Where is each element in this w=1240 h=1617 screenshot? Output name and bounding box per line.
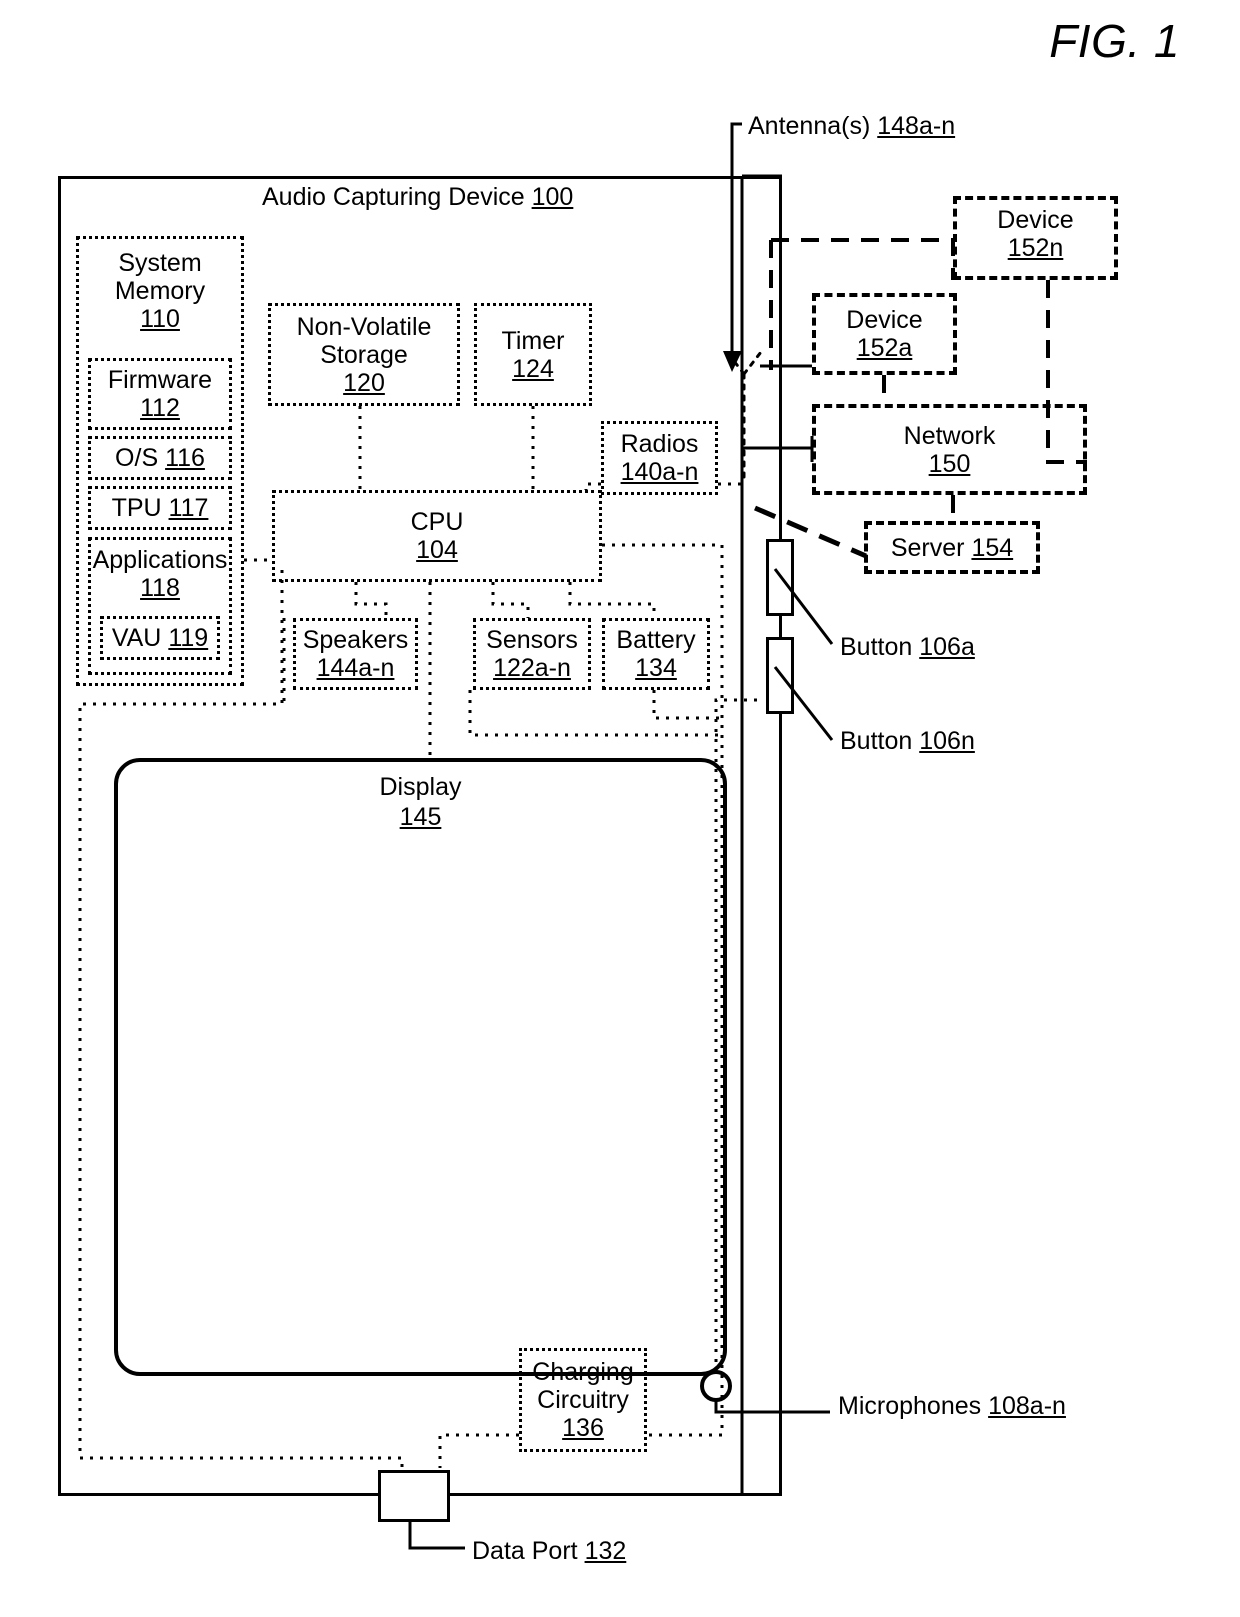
applications-label: Applications <box>92 546 228 574</box>
tpu-block: TPU 117 <box>88 486 232 530</box>
antennas-callout: Antenna(s) 148a-n <box>748 112 955 141</box>
device-152a-number: 152a <box>856 334 913 362</box>
server-label: Server <box>890 533 965 562</box>
display-label-group: Display 145 <box>114 772 727 832</box>
charging-circuitry-block: Charging Circuitry 136 <box>519 1348 647 1452</box>
data-port-callout: Data Port 132 <box>472 1537 626 1566</box>
device-title: Audio Capturing Device 100 <box>262 183 573 212</box>
antennas-number: 148a-n <box>877 112 956 140</box>
device-152n-block: Device 152n <box>953 196 1118 280</box>
os-label: O/S <box>115 444 159 472</box>
microphones-number: 108a-n <box>988 1392 1066 1420</box>
timer-number: 124 <box>512 354 554 383</box>
os-block: O/S 116 <box>88 436 232 480</box>
server-block: Server 154 <box>864 521 1040 574</box>
microphones-callout: Microphones 108a-n <box>838 1392 1066 1421</box>
nonvolatile-line2: Storage <box>320 340 408 369</box>
timer-block: Timer 124 <box>474 303 592 406</box>
system-memory-line2: Memory <box>114 277 206 305</box>
vau-block: VAU 119 <box>100 616 220 660</box>
battery-block: Battery 134 <box>602 618 710 690</box>
battery-label: Battery <box>616 626 696 654</box>
button-106n-number: 106n <box>919 727 975 755</box>
cpu-number: 104 <box>416 536 458 564</box>
system-memory-line1: System <box>118 249 202 277</box>
firmware-block: Firmware 112 <box>88 358 232 430</box>
speakers-label: Speakers <box>302 626 409 654</box>
speakers-number: 144a-n <box>316 654 395 682</box>
radios-block: Radios 140a-n <box>601 421 718 495</box>
button-106a-number: 106a <box>919 633 975 661</box>
display-screen[interactable] <box>114 758 727 1376</box>
os-number: 116 <box>165 444 205 472</box>
device-152a-label: Device <box>846 306 923 334</box>
firmware-number: 112 <box>140 394 180 422</box>
applications-number: 118 <box>140 574 180 602</box>
button-106a-label: Button <box>840 633 913 661</box>
nonvolatile-line1: Non-Volatile <box>296 312 432 341</box>
network-label: Network <box>903 421 996 450</box>
speakers-block: Speakers 144a-n <box>293 618 418 690</box>
cpu-label: CPU <box>410 508 464 536</box>
non-volatile-storage-block: Non-Volatile Storage 120 <box>268 303 460 406</box>
radios-label: Radios <box>620 430 699 458</box>
sensors-label: Sensors <box>486 626 578 654</box>
display-number: 145 <box>399 803 442 831</box>
button-106a[interactable] <box>766 539 794 616</box>
cpu-block: CPU 104 <box>272 490 602 582</box>
tpu-label: TPU <box>111 494 162 522</box>
firmware-label: Firmware <box>107 366 213 394</box>
timer-label: Timer <box>501 326 565 355</box>
os-row: O/S 116 <box>115 444 205 472</box>
battery-number: 134 <box>635 654 677 682</box>
device-152n-label: Device <box>997 206 1074 234</box>
network-block: Network 150 <box>812 404 1087 495</box>
device-title-number: 100 <box>531 183 574 211</box>
server-row: Server 154 <box>891 534 1013 562</box>
button-106n[interactable] <box>766 637 794 714</box>
vau-label: VAU <box>111 624 162 652</box>
device-152n-number: 152n <box>1007 234 1064 262</box>
microphones-label: Microphones <box>838 1392 982 1420</box>
button-106n-callout: Button 106n <box>840 727 975 756</box>
system-memory-number: 110 <box>140 305 180 333</box>
sensors-number: 122a-n <box>493 654 571 682</box>
tpu-number: 117 <box>168 494 209 522</box>
radios-number: 140a-n <box>620 458 699 486</box>
data-port-number: 132 <box>584 1537 627 1565</box>
sensors-block: Sensors 122a-n <box>473 618 591 690</box>
charging-number: 136 <box>562 1414 604 1442</box>
button-106n-label: Button <box>840 727 913 755</box>
charging-line2: Circuitry <box>537 1386 629 1414</box>
server-number: 154 <box>971 533 1014 562</box>
data-port-label: Data Port <box>472 1537 578 1565</box>
display-label: Display <box>379 773 462 801</box>
charging-line1: Charging <box>532 1358 634 1386</box>
tpu-row: TPU 117 <box>112 494 209 522</box>
data-port-connector <box>378 1470 450 1522</box>
device-title-text: Audio Capturing Device <box>262 183 525 211</box>
vau-number: 119 <box>168 624 209 652</box>
figure-label: FIG. 1 <box>1049 15 1180 67</box>
vau-row: VAU 119 <box>112 624 208 652</box>
nonvolatile-number: 120 <box>343 368 385 397</box>
patent-figure-1: FIG. 1 Audio Capturing Device 100 System… <box>0 0 1240 1617</box>
antennas-label: Antenna(s) <box>748 112 871 140</box>
device-152a-block: Device 152a <box>812 293 957 375</box>
network-number: 150 <box>928 449 971 478</box>
data-port-leader <box>408 1522 465 1550</box>
button-106a-callout: Button 106a <box>840 633 975 662</box>
